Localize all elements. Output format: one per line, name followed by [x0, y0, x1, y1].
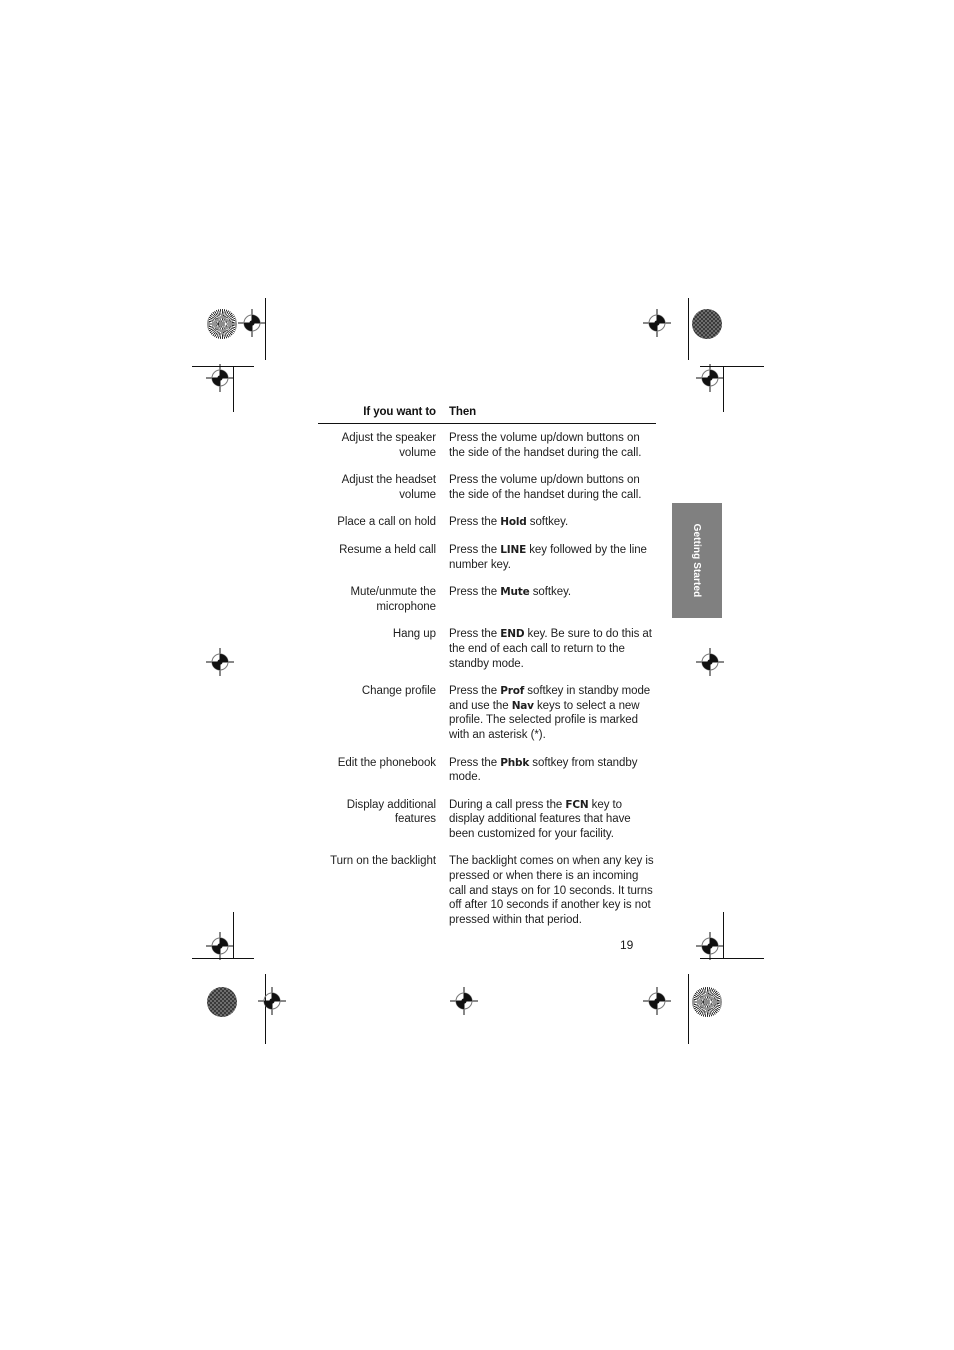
halftone-dot-top-right: [692, 309, 722, 339]
printed-page: If you want to Then Adjust the speaker v…: [0, 0, 954, 1350]
key-label: FCN: [565, 798, 589, 811]
crop-mark-vertical-top-right: [688, 298, 689, 360]
column-header-then: Then: [449, 406, 477, 418]
task-cell: Place a call on hold: [337, 516, 436, 529]
crop-mark-vertical-bottom-right: [688, 974, 689, 1044]
table-row: Resume a held call Press the LINE key fol…: [318, 543, 656, 585]
procedure-table-body: Adjust the speaker volume Press the volum…: [318, 431, 656, 927]
halftone-star-bottom-right: [692, 987, 722, 1017]
column-header-spacer: [436, 406, 449, 423]
section-thumb-tab: Getting Started: [672, 503, 722, 618]
action-cell: Press the END key. Be sure to do this at…: [449, 627, 656, 684]
column-header-if-you-want-to: If you want to: [363, 406, 436, 418]
table-row: Change profile Press the Prof softkey in …: [318, 684, 656, 755]
task-cell: Adjust the headset volume: [341, 474, 436, 501]
registration-target-bottom-mid: [450, 987, 478, 1015]
action-text: During a call press the: [449, 798, 566, 811]
registration-target-bottom-left: [258, 987, 286, 1015]
action-text: softkey.: [526, 516, 569, 529]
action-text: Press the: [449, 586, 501, 599]
task-cell: Resume a held call: [339, 543, 436, 556]
action-cell: During a call press the FCN key to displ…: [449, 798, 656, 855]
action-text: Press the volume up/down buttons on the …: [449, 474, 642, 501]
cell-spacer: [436, 684, 449, 755]
section-thumb-tab-label: Getting Started: [691, 523, 703, 598]
action-text: Press the: [449, 516, 501, 529]
registration-target-right-middle: [696, 648, 724, 676]
registration-target-left-lower: [206, 932, 234, 960]
action-cell: Press the LINE key followed by the line …: [449, 543, 656, 585]
halftone-star-top-left: [207, 309, 237, 339]
action-cell: Press the volume up/down buttons on the …: [449, 473, 656, 515]
table-row: Edit the phonebook Press the Phbk softkey…: [318, 756, 656, 798]
task-cell: Hang up: [392, 628, 436, 641]
task-cell: Turn on the backlight: [330, 855, 436, 868]
task-cell: Display additional features: [346, 798, 436, 826]
cell-spacer: [436, 854, 449, 927]
registration-target-left-middle: [206, 648, 234, 676]
cell-spacer: [436, 431, 449, 473]
key-label: Mute: [500, 586, 530, 599]
table-row: Mute/unmute the microphone Press the Mute…: [318, 585, 656, 627]
task-cell: Mute/unmute the microphone: [350, 586, 436, 613]
cell-spacer: [436, 627, 449, 684]
action-cell: The backlight comes on when any key is p…: [449, 854, 656, 927]
task-cell: Adjust the speaker volume: [341, 432, 436, 459]
registration-target-top-left: [238, 309, 266, 337]
action-text: Press the: [449, 543, 501, 556]
task-cell: Edit the phonebook: [337, 756, 436, 769]
cell-spacer: [436, 515, 449, 543]
key-label: Phbk: [500, 756, 530, 769]
procedure-table: If you want to Then: [318, 406, 656, 423]
header-rule: [318, 423, 656, 424]
key-label: Nav: [511, 699, 534, 712]
procedure-table-block: If you want to Then Adjust the speaker v…: [318, 406, 656, 927]
table-row: Place a call on hold Press the Hold softk…: [318, 515, 656, 543]
action-cell: Press the Prof softkey in standby mode a…: [449, 684, 656, 755]
cell-spacer: [436, 798, 449, 855]
table-header-row: If you want to Then: [318, 406, 656, 423]
table-row: Turn on the backlight The backlight comes…: [318, 854, 656, 927]
registration-target-bottom-right: [643, 987, 671, 1015]
action-cell: Press the Mute softkey.: [449, 585, 656, 627]
action-cell: Press the Phbk softkey from standby mode…: [449, 756, 656, 798]
page-number: 19: [620, 938, 634, 952]
action-text: softkey.: [529, 586, 572, 599]
action-text: Press the volume up/down buttons on the …: [449, 432, 642, 459]
registration-target-top-right: [643, 309, 671, 337]
cell-spacer: [436, 756, 449, 798]
action-cell: Press the volume up/down buttons on the …: [449, 431, 656, 473]
key-label: LINE: [500, 543, 527, 556]
action-cell: Press the Hold softkey.: [449, 515, 656, 543]
cell-spacer: [436, 585, 449, 627]
task-cell: Change profile: [361, 685, 436, 698]
table-row: Display additional features During a call…: [318, 798, 656, 855]
action-text: Press the: [449, 756, 501, 769]
key-label: Hold: [500, 516, 527, 529]
cell-spacer: [436, 543, 449, 585]
action-text: Press the: [449, 628, 501, 641]
action-text: The backlight comes on when any key is p…: [449, 855, 654, 926]
cell-spacer: [436, 473, 449, 515]
action-text: Press the: [449, 685, 501, 698]
registration-target-left-upper: [206, 364, 234, 392]
registration-target-right-upper: [696, 364, 724, 392]
key-label: Prof: [500, 685, 525, 698]
table-row: Adjust the speaker volume Press the volum…: [318, 431, 656, 473]
key-label: END: [500, 628, 525, 641]
halftone-dot-bottom-left: [207, 987, 237, 1017]
table-row: Adjust the headset volume Press the volum…: [318, 473, 656, 515]
table-row: Hang up Press the END key. Be sure to do …: [318, 627, 656, 684]
procedure-table-body-wrap: Adjust the speaker volume Press the volum…: [318, 431, 656, 927]
registration-target-right-lower: [696, 932, 724, 960]
table-header: If you want to Then: [318, 406, 656, 423]
